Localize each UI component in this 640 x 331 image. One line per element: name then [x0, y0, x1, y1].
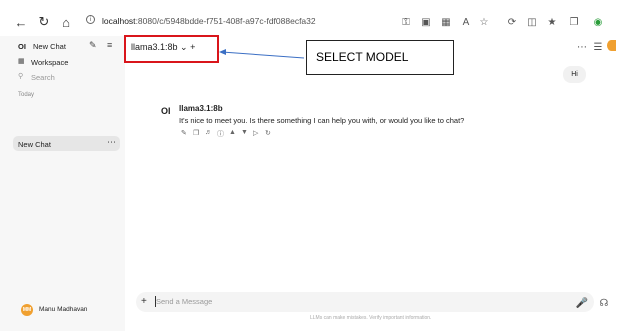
speaker-icon[interactable]: ♬	[205, 129, 212, 136]
settings-sliders-icon[interactable]: ☰	[592, 41, 604, 53]
add-attachment-icon[interactable]: +	[141, 296, 147, 307]
assistant-model-name: llama3.1:8b	[179, 104, 223, 113]
regenerate-icon[interactable]: ↻	[265, 129, 271, 137]
more-options-icon[interactable]: ⋯	[576, 41, 588, 53]
edit-icon[interactable]: ✎	[181, 129, 187, 137]
assistant-logo: OI	[161, 106, 171, 116]
message-input[interactable]: Send a Message	[156, 297, 212, 306]
disclaimer: LLMs can make mistakes. Verify important…	[310, 315, 432, 321]
thumbs-down-icon[interactable]: ▼	[241, 129, 248, 136]
annotation-label: SELECT MODEL	[316, 50, 409, 64]
assistant-message: It's nice to meet you. Is there somethin…	[179, 116, 465, 125]
info-icon[interactable]: ⓘ	[217, 129, 224, 139]
thumbs-up-icon[interactable]: ▲	[229, 129, 236, 136]
avatar-edge[interactable]	[607, 40, 616, 51]
user-message: Hi	[563, 66, 586, 83]
continue-icon[interactable]: ▷	[253, 129, 258, 137]
copy-icon[interactable]: ❐	[193, 129, 199, 137]
headphones-icon[interactable]: ☊	[598, 297, 610, 309]
microphone-icon[interactable]: 🎤	[576, 297, 588, 309]
